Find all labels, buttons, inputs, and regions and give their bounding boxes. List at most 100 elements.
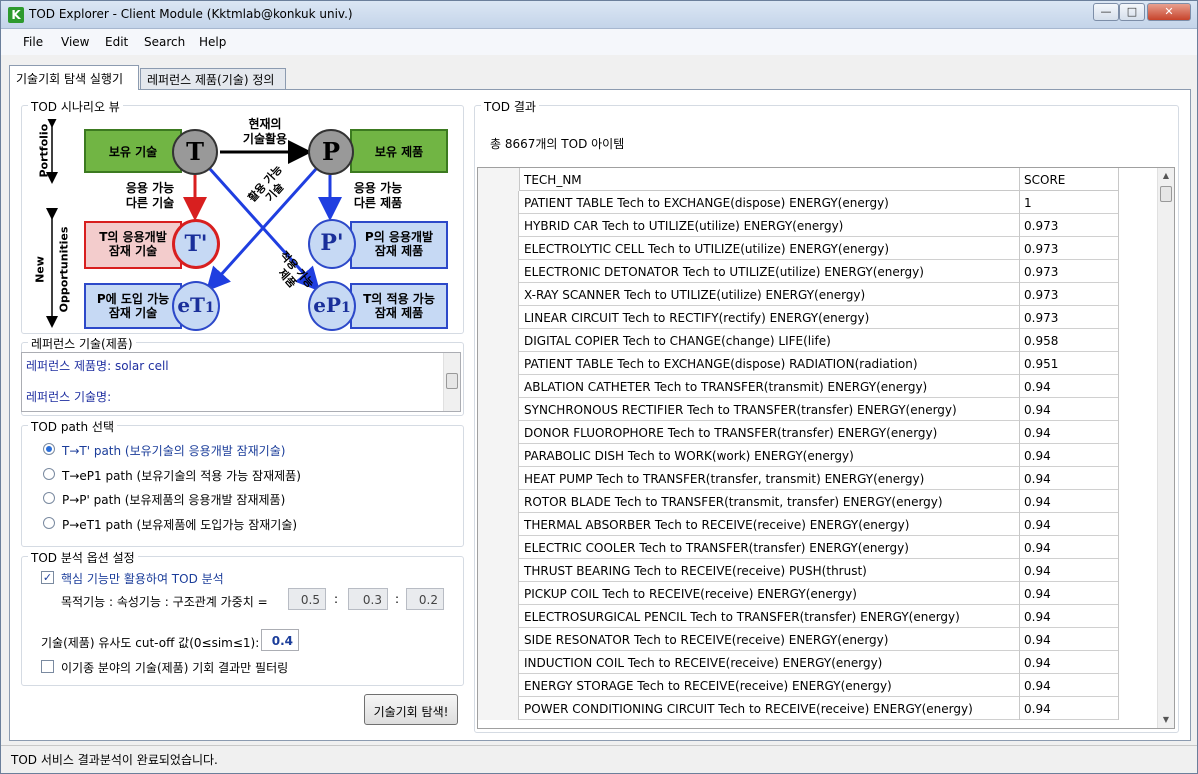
close-button[interactable]: ✕ <box>1147 3 1191 21</box>
table-row[interactable]: LINEAR CIRCUIT Tech to RECTIFY(rectify) … <box>478 306 1119 329</box>
row-header[interactable] <box>478 237 519 260</box>
row-header[interactable] <box>478 329 519 352</box>
table-row[interactable]: INDUCTION COIL Tech to RECEIVE(receive) … <box>478 651 1119 674</box>
scroll-down-arrow[interactable]: ▼ <box>1158 712 1174 728</box>
weight-purpose-input[interactable]: 0.5 <box>288 588 326 610</box>
menu-edit[interactable]: Edit <box>105 35 128 49</box>
menu-file[interactable]: File <box>23 35 43 49</box>
radio-p-pprime[interactable] <box>43 492 55 504</box>
search-opportunity-button[interactable]: 기술기회 탐색! <box>364 694 458 725</box>
cell-score[interactable]: 0.973 <box>1020 306 1119 329</box>
row-header[interactable] <box>478 513 519 536</box>
table-row[interactable]: ROTOR BLADE Tech to TRANSFER(transmit, t… <box>478 490 1119 513</box>
column-header-tech-nm[interactable]: TECH_NM <box>520 168 1020 191</box>
grid-scroll-thumb[interactable] <box>1160 186 1172 202</box>
scroll-up-arrow[interactable]: ▲ <box>1158 168 1174 184</box>
row-header[interactable] <box>478 398 519 421</box>
cell-tech-nm[interactable]: ELECTROLYTIC CELL Tech to UTILIZE(utiliz… <box>520 237 1020 260</box>
table-row[interactable]: DONOR FLUOROPHORE Tech to TRANSFER(trans… <box>478 421 1119 444</box>
cell-tech-nm[interactable]: PICKUP COIL Tech to RECEIVE(receive) ENE… <box>520 582 1020 605</box>
menu-search[interactable]: Search <box>144 35 185 49</box>
table-row[interactable]: HYBRID CAR Tech to UTILIZE(utilize) ENER… <box>478 214 1119 237</box>
cell-tech-nm[interactable]: HYBRID CAR Tech to UTILIZE(utilize) ENER… <box>520 214 1020 237</box>
table-row[interactable]: PARABOLIC DISH Tech to WORK(work) ENERGY… <box>478 444 1119 467</box>
row-header[interactable] <box>478 536 519 559</box>
table-row[interactable]: SYNCHRONOUS RECTIFIER Tech to TRANSFER(t… <box>478 398 1119 421</box>
cell-score[interactable]: 0.94 <box>1020 444 1119 467</box>
table-row[interactable]: PATIENT TABLE Tech to EXCHANGE(dispose) … <box>478 191 1119 214</box>
cell-score[interactable]: 0.94 <box>1020 421 1119 444</box>
cell-score[interactable]: 0.94 <box>1020 674 1119 697</box>
table-row[interactable]: PICKUP COIL Tech to RECEIVE(receive) ENE… <box>478 582 1119 605</box>
row-header[interactable] <box>478 191 519 214</box>
tab-reference-definition[interactable]: 레퍼런스 제품(기술) 정의 <box>140 68 286 89</box>
radio-p-et1[interactable] <box>43 517 55 529</box>
cell-tech-nm[interactable]: INDUCTION COIL Tech to RECEIVE(receive) … <box>520 651 1020 674</box>
tab-tod-runner[interactable]: 기술기회 탐색 실행기 <box>9 65 139 90</box>
cell-score[interactable]: 0.973 <box>1020 260 1119 283</box>
row-header[interactable] <box>478 352 519 375</box>
row-header[interactable] <box>478 674 519 697</box>
cell-tech-nm[interactable]: SYNCHRONOUS RECTIFIER Tech to TRANSFER(t… <box>520 398 1020 421</box>
table-row[interactable]: X-RAY SCANNER Tech to UTILIZE(utilize) E… <box>478 283 1119 306</box>
cell-score[interactable]: 0.94 <box>1020 467 1119 490</box>
table-row[interactable]: ELECTRIC COOLER Tech to TRANSFER(transfe… <box>478 536 1119 559</box>
cell-tech-nm[interactable]: POWER CONDITIONING CIRCUIT Tech to RECEI… <box>520 697 1020 720</box>
table-row[interactable]: THRUST BEARING Tech to RECEIVE(receive) … <box>478 559 1119 582</box>
reference-scroll-thumb[interactable] <box>446 373 458 389</box>
column-header-score[interactable]: SCORE <box>1020 168 1119 191</box>
row-header[interactable] <box>478 283 519 306</box>
radio-p-pprime-label[interactable]: P→P' path (보유제품의 응용개발 잠재제품) <box>62 491 285 508</box>
table-row[interactable]: HEAT PUMP Tech to TRANSFER(transfer, tra… <box>478 467 1119 490</box>
radio-t-tprime-label[interactable]: T→T' path (보유기술의 응용개발 잠재기술) <box>62 442 285 459</box>
cell-score[interactable]: 0.94 <box>1020 651 1119 674</box>
cell-tech-nm[interactable]: HEAT PUMP Tech to TRANSFER(transfer, tra… <box>520 467 1020 490</box>
menu-help[interactable]: Help <box>199 35 226 49</box>
cell-score[interactable]: 0.973 <box>1020 214 1119 237</box>
row-header[interactable] <box>478 306 519 329</box>
cell-tech-nm[interactable]: SIDE RESONATOR Tech to RECEIVE(receive) … <box>520 628 1020 651</box>
table-row[interactable]: ELECTROSURGICAL PENCIL Tech to TRANSFER(… <box>478 605 1119 628</box>
table-row[interactable]: DIGITAL COPIER Tech to CHANGE(change) LI… <box>478 329 1119 352</box>
reference-textarea[interactable]: 레퍼런스 제품명: solar cell 레퍼런스 기술명: <box>21 352 461 412</box>
cell-tech-nm[interactable]: PATIENT TABLE Tech to EXCHANGE(dispose) … <box>520 191 1020 214</box>
cell-score[interactable]: 0.973 <box>1020 283 1119 306</box>
radio-t-tprime[interactable] <box>43 443 55 455</box>
cell-tech-nm[interactable]: THERMAL ABSORBER Tech to RECEIVE(receive… <box>520 513 1020 536</box>
grid-scrollbar[interactable]: ▲ ▼ <box>1157 168 1174 728</box>
cell-tech-nm[interactable]: X-RAY SCANNER Tech to UTILIZE(utilize) E… <box>520 283 1020 306</box>
core-function-checkbox[interactable]: ✓ <box>41 571 54 584</box>
table-row[interactable]: ELECTRONIC DETONATOR Tech to UTILIZE(uti… <box>478 260 1119 283</box>
cell-tech-nm[interactable]: DIGITAL COPIER Tech to CHANGE(change) LI… <box>520 329 1020 352</box>
row-header[interactable] <box>478 559 519 582</box>
radio-p-et1-label[interactable]: P→eT1 path (보유제품에 도입가능 잠재기술) <box>62 516 297 533</box>
cell-score[interactable]: 0.94 <box>1020 490 1119 513</box>
row-header[interactable] <box>478 444 519 467</box>
cell-tech-nm[interactable]: ENERGY STORAGE Tech to RECEIVE(receive) … <box>520 674 1020 697</box>
cell-score[interactable]: 0.94 <box>1020 513 1119 536</box>
cell-score[interactable]: 1 <box>1020 191 1119 214</box>
table-row[interactable]: ELECTROLYTIC CELL Tech to UTILIZE(utiliz… <box>478 237 1119 260</box>
row-header[interactable] <box>478 605 519 628</box>
table-row[interactable]: PATIENT TABLE Tech to EXCHANGE(dispose) … <box>478 352 1119 375</box>
table-row[interactable]: POWER CONDITIONING CIRCUIT Tech to RECEI… <box>478 697 1119 720</box>
row-header[interactable] <box>478 421 519 444</box>
cell-score[interactable]: 0.94 <box>1020 582 1119 605</box>
cell-tech-nm[interactable]: LINEAR CIRCUIT Tech to RECTIFY(rectify) … <box>520 306 1020 329</box>
results-grid[interactable]: TECH_NM SCORE PATIENT TABLE Tech to EXCH… <box>477 167 1175 729</box>
radio-t-ep1[interactable] <box>43 468 55 480</box>
maximize-button[interactable]: □ <box>1119 3 1145 21</box>
cell-tech-nm[interactable]: PATIENT TABLE Tech to EXCHANGE(dispose) … <box>520 352 1020 375</box>
row-header[interactable] <box>478 490 519 513</box>
table-row[interactable]: SIDE RESONATOR Tech to RECEIVE(receive) … <box>478 628 1119 651</box>
row-header[interactable] <box>478 260 519 283</box>
table-row[interactable]: ABLATION CATHETER Tech to TRANSFER(trans… <box>478 375 1119 398</box>
cell-score[interactable]: 0.973 <box>1020 237 1119 260</box>
row-header[interactable] <box>478 375 519 398</box>
cell-score[interactable]: 0.94 <box>1020 375 1119 398</box>
weight-structure-input[interactable]: 0.2 <box>406 588 444 610</box>
row-header[interactable] <box>478 467 519 490</box>
filter-label[interactable]: 이기종 분야의 기술(제품) 기회 결과만 필터링 <box>61 659 288 676</box>
cutoff-input[interactable]: 0.4 <box>261 629 299 651</box>
menu-view[interactable]: View <box>61 35 89 49</box>
